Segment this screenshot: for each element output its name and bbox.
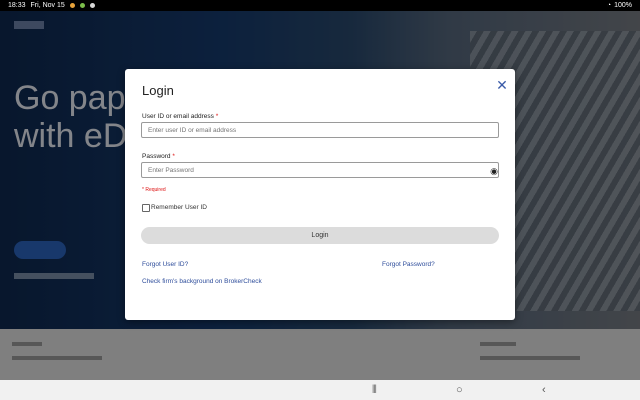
brokercheck-link[interactable]: Check firm's background on BrokerCheck	[142, 278, 262, 285]
remember-user-checkbox[interactable]	[142, 204, 150, 212]
back-icon[interactable]: ‹	[542, 383, 546, 397]
password-label: Password *	[142, 153, 175, 160]
status-bar: 18:33 Fri, Nov 15 ◔ 100%	[0, 0, 640, 11]
navigation-bar: ⦀ ○ ‹	[0, 380, 640, 400]
eye-icon[interactable]: ◉	[489, 166, 499, 176]
login-button[interactable]: Login	[141, 227, 499, 244]
notification-icon	[79, 3, 85, 8]
status-date: Fri, Nov 15	[30, 2, 65, 9]
forgot-password-link[interactable]: Forgot Password?	[382, 261, 435, 268]
close-icon[interactable]: ✕	[496, 78, 508, 92]
required-note: * Required	[142, 187, 166, 193]
password-input[interactable]	[141, 162, 499, 178]
recents-icon[interactable]: ⦀	[372, 383, 377, 397]
wifi-icon: ◔	[606, 2, 612, 9]
user-id-input[interactable]	[141, 122, 499, 138]
required-marker: *	[215, 113, 219, 120]
notification-icon	[89, 3, 95, 8]
battery-level: 100%	[614, 2, 632, 9]
remember-user-label[interactable]: Remember User ID	[151, 204, 207, 211]
forgot-user-id-link[interactable]: Forgot User ID?	[142, 261, 188, 268]
login-dialog: Login ✕ User ID or email address * Passw…	[125, 69, 515, 320]
home-icon[interactable]: ○	[456, 383, 463, 397]
status-time: 18:33	[8, 2, 26, 9]
user-id-label: User ID or email address *	[142, 113, 219, 120]
notification-icon	[69, 3, 75, 8]
required-marker: *	[172, 153, 175, 160]
dialog-title: Login	[142, 83, 174, 98]
